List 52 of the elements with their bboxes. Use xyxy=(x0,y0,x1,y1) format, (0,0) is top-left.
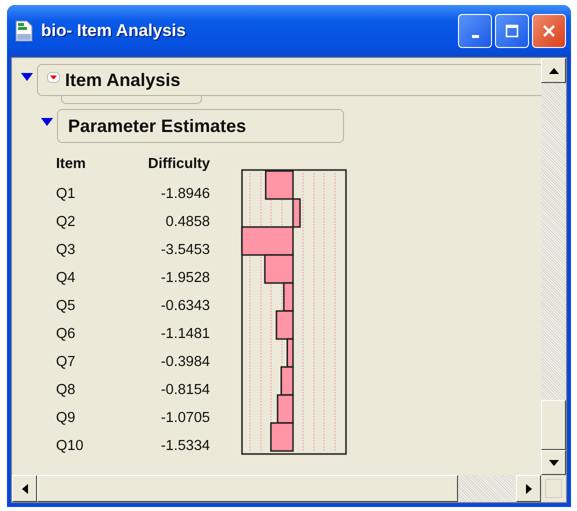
menu-icon[interactable] xyxy=(47,72,60,83)
up-arrow-icon xyxy=(548,68,558,74)
right-arrow-icon xyxy=(526,484,532,494)
minimize-icon xyxy=(472,34,478,38)
table-cell-text: Q6 xyxy=(56,326,76,342)
window-title: bio- Item Analysis xyxy=(41,21,187,41)
scroll-up-button[interactable] xyxy=(541,58,566,83)
expanded-triangle-icon[interactable] xyxy=(20,70,34,82)
outline-title: Item Analysis xyxy=(65,70,180,90)
table-cell-text: Q1 xyxy=(56,186,76,202)
table-cell-text: Q10 xyxy=(56,438,84,454)
down-arrow-icon xyxy=(548,460,558,466)
table-cell-text: -0.3984 xyxy=(160,354,210,370)
expanded-triangle-icon[interactable] xyxy=(40,115,54,127)
close-button[interactable] xyxy=(532,14,566,48)
table-cell-text: 0.4858 xyxy=(164,214,210,230)
scroll-thumb[interactable] xyxy=(541,400,566,450)
table-cell-text: Q2 xyxy=(56,214,76,230)
table-cell-text: Q9 xyxy=(56,410,76,426)
table-cell-text: -0.8154 xyxy=(160,382,210,398)
table-cell-text: Q8 xyxy=(56,382,76,398)
table-cell-text: -1.9528 xyxy=(160,270,210,286)
table-cell-text: -0.6343 xyxy=(160,298,210,314)
document-icon xyxy=(15,20,33,42)
bar xyxy=(276,394,294,424)
table-cell-text: Q5 xyxy=(56,298,76,314)
table-cell-text: -1.1481 xyxy=(160,326,210,342)
table-cell-text: -1.0705 xyxy=(160,410,210,426)
table-cell-text: -1.5334 xyxy=(160,438,210,454)
column-header: Item xyxy=(56,156,87,172)
minimize-button[interactable] xyxy=(458,14,492,48)
table-cell-text: -3.5453 xyxy=(160,242,210,258)
scroll-left-button[interactable] xyxy=(12,475,37,502)
table-cell-text: Q3 xyxy=(56,242,76,258)
close-icon xyxy=(542,24,556,38)
bar xyxy=(270,422,294,452)
scroll-thumb[interactable] xyxy=(37,475,458,502)
vertical-scrollbar[interactable] xyxy=(541,58,566,475)
left-arrow-icon xyxy=(22,484,28,494)
horizontal-scrollbar[interactable] xyxy=(12,475,541,502)
table-cell-text: Q7 xyxy=(56,354,76,370)
scroll-right-button[interactable] xyxy=(516,475,541,502)
maximize-button[interactable] xyxy=(495,14,529,48)
outline-header[interactable]: Parameter Estimates xyxy=(57,109,344,143)
scroll-down-button[interactable] xyxy=(541,450,566,475)
outline-header[interactable]: Item Analysis xyxy=(37,64,541,96)
outline-title: Parameter Estimates xyxy=(68,116,246,136)
size-grip xyxy=(545,479,562,498)
table-cell-text: Q4 xyxy=(56,270,76,286)
maximize-icon xyxy=(505,24,519,38)
column-header: Difficulty xyxy=(146,156,210,172)
table-cell-text: -1.8946 xyxy=(160,186,210,202)
